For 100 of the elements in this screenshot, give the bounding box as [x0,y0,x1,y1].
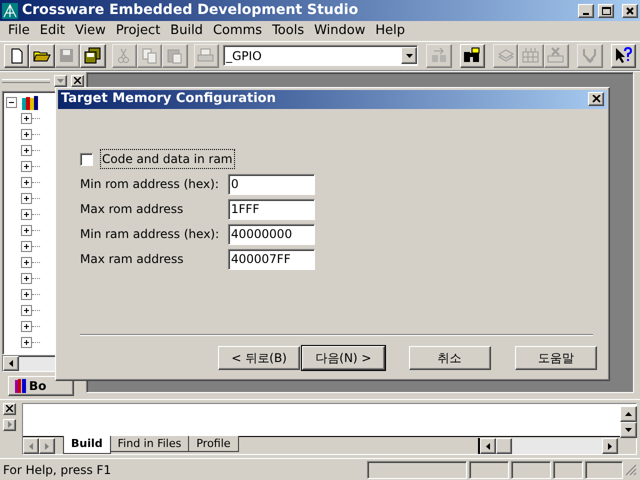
dialog-button[interactable]: 다음(N) > [302,346,384,370]
scroll-left-button[interactable] [480,438,496,454]
tree-line [32,198,40,199]
tree-line [32,342,40,343]
status-pane [553,460,583,478]
menu-item[interactable]: Tools [267,21,310,40]
stack-icon [496,47,515,64]
checkbox-label[interactable]: Code and data in ram [101,150,234,168]
tree-line [32,118,40,119]
close-icon [626,6,634,14]
expand-icon[interactable] [21,145,32,156]
scroll-thumb[interactable] [496,438,512,454]
expand-icon[interactable] [21,113,32,124]
tree-line [32,278,40,279]
binoculars-icon [463,47,482,64]
workspace-tab[interactable]: Bo [8,376,74,396]
save-all-icon [84,47,102,64]
expand-icon[interactable] [21,257,32,268]
close-button[interactable] [3,402,16,414]
minimize-button[interactable] [578,4,594,18]
tree-line [32,182,40,183]
tree-line [32,326,40,327]
menu-item[interactable]: Build [165,21,208,40]
maximize-button[interactable] [598,4,614,18]
expand-icon[interactable] [21,289,32,300]
tree-line [32,294,40,295]
minimize-icon [583,12,589,14]
dialog-title: Target Memory Configuration [61,90,277,108]
maximize-icon [602,6,610,14]
input-field[interactable]: 1FFF [228,198,315,220]
dock-button[interactable] [3,418,16,430]
expand-icon[interactable] [21,209,32,220]
menu-item[interactable]: File [3,21,35,40]
close-button[interactable] [622,4,638,18]
menu-item[interactable]: Edit [34,21,70,40]
tab-scroll-button[interactable] [39,438,55,454]
menu-item[interactable]: View [70,21,111,40]
tree-line [32,310,40,311]
tab-scroll-button[interactable] [23,438,39,454]
close-icon [592,95,600,103]
input-field[interactable]: 40000000 [228,224,315,244]
scroll-right-button[interactable] [602,438,618,454]
tree-line [32,230,40,231]
dialog-button[interactable]: < 뒤로(B) [218,346,300,370]
status-pane [469,460,509,478]
toolbar-button[interactable] [4,44,30,68]
close-button[interactable] [588,92,604,106]
input-field[interactable]: 0 [228,174,315,194]
dialog-button[interactable]: 도움말 [514,346,597,370]
expand-icon[interactable] [21,225,32,236]
clipboard-icon [166,47,184,64]
collapse-icon[interactable] [6,97,17,108]
scroll-left-button[interactable] [3,356,19,370]
expand-icon[interactable] [21,129,32,140]
expand-icon[interactable] [21,177,32,188]
scroll-down-button[interactable] [620,422,637,438]
close-icon [6,405,13,412]
checkbox[interactable] [80,152,93,166]
app-icon [2,2,18,18]
left-arrow-icon [486,442,490,450]
menu-item[interactable]: Help [370,21,410,40]
toolbar-button[interactable] [29,44,55,68]
tree-line [32,262,40,263]
scroll-up-button[interactable] [620,406,637,422]
caret-icon [57,78,64,82]
toolbar-button[interactable] [610,44,636,68]
left-arrow-icon [9,360,13,366]
toolbar-button[interactable] [460,44,485,68]
dropdown-button[interactable] [54,74,67,86]
output-tab[interactable]: Build [63,436,111,454]
dialog-button[interactable]: 취소 [408,346,491,370]
expand-icon[interactable] [21,193,32,204]
help-cursor-icon [614,47,632,64]
grid-icon [522,47,540,64]
window-title: Crossware Embedded Development Studio [22,1,360,20]
project-combo[interactable]: _GPIO [223,45,418,66]
down-arrow-icon [625,428,632,432]
menu-item[interactable]: Project [110,21,166,40]
field-label: Max ram address [80,251,185,268]
menu-item[interactable]: Window [309,21,370,40]
close-button[interactable] [71,74,84,86]
expand-icon[interactable] [21,321,32,332]
menu-item[interactable]: Comms [208,21,268,40]
expand-icon[interactable] [21,161,32,172]
resize-grip-icon [625,464,637,476]
tree-line [32,166,40,167]
output-tab[interactable]: Profile [188,436,239,452]
expand-icon[interactable] [21,305,32,316]
dropdown-button[interactable] [401,47,418,64]
toolbar-button[interactable] [80,44,106,68]
output-tab[interactable]: Find in Files [110,436,190,452]
expand-icon[interactable] [21,241,32,252]
right-arrow-icon [608,442,612,450]
right-arrow-icon [8,421,12,428]
panel-grip [2,78,50,82]
input-field[interactable]: 400007FF [228,248,315,270]
tree-line [32,246,40,247]
compile-icon [430,47,448,64]
expand-icon[interactable] [21,337,32,348]
expand-icon[interactable] [21,273,32,284]
